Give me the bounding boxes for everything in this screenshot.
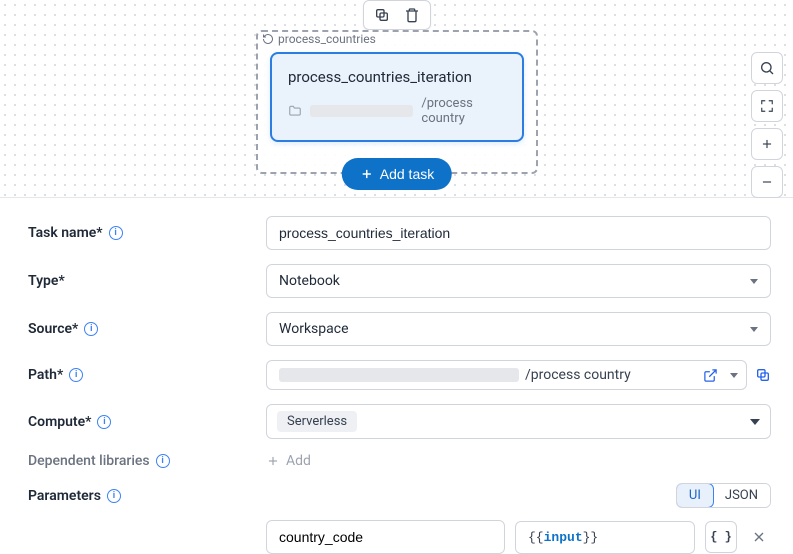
add-task-label: Add task bbox=[380, 166, 434, 182]
folder-icon bbox=[288, 104, 302, 118]
parameter-row: {{input}} { } bbox=[266, 520, 771, 554]
compute-chip: Serverless bbox=[277, 411, 357, 432]
row-task-name: Task name* i bbox=[28, 216, 771, 250]
source-select[interactable]: Workspace bbox=[266, 312, 771, 346]
row-compute: Compute* i Serverless bbox=[28, 404, 771, 439]
iteration-container[interactable]: process_countries process_countries_iter… bbox=[256, 30, 538, 174]
task-form: Task name* i Type* Notebook Source* i Wo… bbox=[0, 198, 793, 554]
zoom-out-button[interactable] bbox=[751, 166, 783, 198]
label-dependent-libraries: Dependent libraries i bbox=[28, 453, 266, 469]
parameters-view-toggle: UI JSON bbox=[676, 483, 771, 508]
label-task-name-text: Task name* bbox=[28, 225, 103, 241]
braces-icon: { } bbox=[710, 530, 732, 544]
row-type: Type* Notebook bbox=[28, 264, 771, 298]
canvas-controls bbox=[751, 52, 783, 198]
copy-path-icon[interactable] bbox=[755, 367, 771, 383]
toggle-ui[interactable]: UI bbox=[676, 483, 714, 508]
redacted-path bbox=[279, 368, 519, 382]
type-select[interactable]: Notebook bbox=[266, 264, 771, 298]
plus-icon bbox=[266, 454, 280, 468]
brace-open: {{ bbox=[528, 530, 544, 545]
label-compute-text: Compute* bbox=[28, 414, 91, 430]
chevron-down-icon bbox=[750, 279, 758, 284]
toggle-json[interactable]: JSON bbox=[713, 484, 770, 507]
iteration-label-text: process_countries bbox=[278, 32, 376, 46]
label-compute: Compute* i bbox=[28, 414, 266, 430]
label-parameters: Parameters i bbox=[28, 488, 266, 504]
label-source-text: Source* bbox=[28, 321, 78, 337]
task-card-title: process_countries_iteration bbox=[288, 68, 506, 86]
task-card-path-suffix: /process country bbox=[421, 96, 506, 126]
task-name-input[interactable] bbox=[266, 216, 771, 250]
task-toolbar bbox=[363, 0, 431, 30]
parameter-rows: {{input}} { } bbox=[266, 520, 771, 554]
task-card[interactable]: process_countries_iteration /process cou… bbox=[270, 52, 524, 142]
chevron-down-icon[interactable] bbox=[730, 373, 738, 378]
info-icon[interactable]: i bbox=[69, 368, 83, 382]
label-type-text: Type* bbox=[28, 273, 65, 289]
info-icon[interactable]: i bbox=[156, 454, 170, 468]
plus-icon bbox=[360, 167, 374, 181]
label-path-text: Path* bbox=[28, 367, 63, 383]
brace-close: }} bbox=[583, 530, 599, 545]
info-icon[interactable]: i bbox=[107, 489, 121, 503]
task-card-path: /process country bbox=[288, 96, 506, 126]
type-select-value: Notebook bbox=[279, 273, 340, 289]
row-path: Path* i /process country bbox=[28, 360, 771, 390]
info-icon[interactable]: i bbox=[97, 415, 111, 429]
label-dep-lib-text: Dependent libraries bbox=[28, 453, 150, 469]
row-source: Source* i Workspace bbox=[28, 312, 771, 346]
fullscreen-button[interactable] bbox=[751, 90, 783, 122]
copy-icon[interactable] bbox=[374, 7, 390, 23]
search-button[interactable] bbox=[751, 52, 783, 84]
compute-select[interactable]: Serverless bbox=[266, 404, 771, 439]
chevron-down-icon bbox=[750, 327, 758, 332]
chevron-down-icon bbox=[750, 419, 760, 425]
zoom-in-button[interactable] bbox=[751, 128, 783, 160]
label-path: Path* i bbox=[28, 367, 266, 383]
add-library-button[interactable]: Add bbox=[266, 453, 771, 469]
label-source: Source* i bbox=[28, 321, 266, 337]
external-link-icon[interactable] bbox=[703, 368, 718, 383]
add-library-label: Add bbox=[286, 453, 311, 469]
parameter-expression-button[interactable]: { } bbox=[705, 521, 737, 553]
parameter-value-keyword: input bbox=[544, 530, 583, 545]
row-dependent-libraries: Dependent libraries i Add bbox=[28, 453, 771, 469]
label-parameters-text: Parameters bbox=[28, 488, 101, 504]
add-task-button[interactable]: Add task bbox=[342, 158, 452, 190]
path-suffix: /process country bbox=[525, 367, 631, 383]
label-task-name: Task name* i bbox=[28, 225, 266, 241]
iteration-label: process_countries bbox=[258, 30, 380, 48]
redacted-path bbox=[310, 105, 413, 117]
info-icon[interactable]: i bbox=[84, 322, 98, 336]
label-type: Type* bbox=[28, 273, 266, 289]
trash-icon[interactable] bbox=[404, 7, 420, 23]
remove-parameter-button[interactable] bbox=[747, 525, 771, 549]
parameter-value-input[interactable]: {{input}} bbox=[515, 521, 695, 554]
repeat-icon bbox=[262, 33, 274, 45]
parameter-key-input[interactable] bbox=[266, 520, 505, 554]
row-parameters-header: Parameters i UI JSON bbox=[28, 483, 771, 508]
info-icon[interactable]: i bbox=[109, 226, 123, 240]
path-input[interactable]: /process country bbox=[266, 360, 747, 390]
workflow-canvas: process_countries process_countries_iter… bbox=[0, 0, 793, 198]
source-select-value: Workspace bbox=[279, 321, 349, 337]
